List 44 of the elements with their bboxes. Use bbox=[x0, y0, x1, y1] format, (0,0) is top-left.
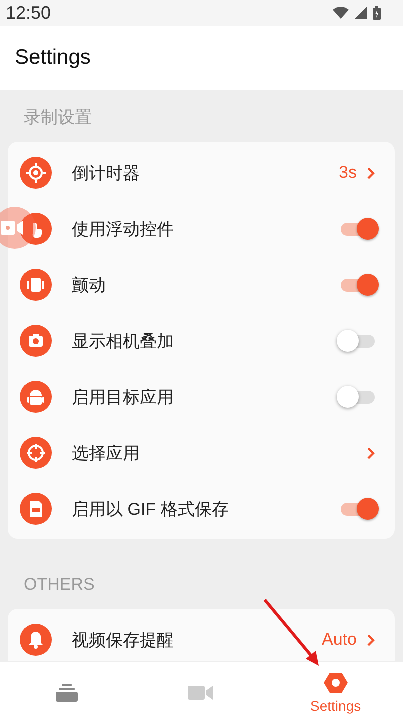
setting-label: 倒计时器 bbox=[72, 162, 141, 184]
settings-row[interactable]: 视频保存提醒 Auto bbox=[8, 612, 395, 661]
setting-label: 使用浮动控件 bbox=[72, 218, 175, 240]
setting-value: Auto bbox=[322, 630, 357, 650]
setting-label: 颤动 bbox=[72, 274, 107, 296]
settings-row[interactable]: 颤动 bbox=[8, 257, 395, 313]
annotation-arrow bbox=[264, 599, 319, 666]
setting-label: 显示相机叠加 bbox=[72, 330, 175, 352]
page-title: Settings bbox=[15, 46, 91, 70]
settings-row[interactable]: 选择应用 bbox=[8, 425, 395, 481]
setting-label: 选择应用 bbox=[72, 442, 141, 464]
camera-icon bbox=[20, 325, 52, 357]
touch-icon bbox=[20, 213, 52, 245]
stack-icon bbox=[56, 684, 78, 702]
toggle-switch[interactable] bbox=[341, 274, 377, 296]
setting-label: 启用以 GIF 格式保存 bbox=[72, 498, 230, 520]
target-icon bbox=[20, 437, 52, 469]
battery-icon bbox=[373, 6, 381, 20]
setting-value: 3s bbox=[339, 163, 357, 183]
floating-record-button[interactable] bbox=[0, 207, 36, 249]
chevron-right-icon bbox=[367, 446, 375, 460]
video-camera-icon bbox=[188, 685, 214, 701]
section-header: 录制设置 bbox=[23, 107, 93, 129]
chevron-right-icon bbox=[367, 634, 375, 646]
settings-icon bbox=[324, 672, 348, 694]
bell-icon bbox=[20, 624, 52, 656]
toggle-switch[interactable] bbox=[341, 498, 377, 520]
settings-row[interactable]: 使用浮动控件 bbox=[8, 201, 395, 257]
wifi-icon bbox=[333, 7, 349, 19]
setting-label: 启用目标应用 bbox=[72, 386, 175, 408]
status-time: 12:50 bbox=[6, 2, 52, 24]
setting-label: 视频保存提醒 bbox=[72, 630, 175, 652]
android-icon bbox=[20, 381, 52, 413]
timer-icon bbox=[20, 157, 52, 189]
chevron-right-icon bbox=[367, 166, 375, 180]
toggle-switch[interactable] bbox=[341, 218, 377, 240]
settings-row[interactable]: 倒计时器 3s bbox=[8, 145, 395, 201]
settings-row[interactable]: 启用目标应用 bbox=[8, 369, 395, 425]
signal-icon bbox=[355, 7, 367, 19]
gif-file-icon bbox=[20, 493, 52, 525]
settings-row[interactable]: 启用以 GIF 格式保存 bbox=[8, 481, 395, 537]
section-header: OTHERS bbox=[23, 574, 96, 596]
settings-row[interactable]: 显示相机叠加 bbox=[8, 313, 395, 369]
vibration-icon bbox=[20, 269, 52, 301]
